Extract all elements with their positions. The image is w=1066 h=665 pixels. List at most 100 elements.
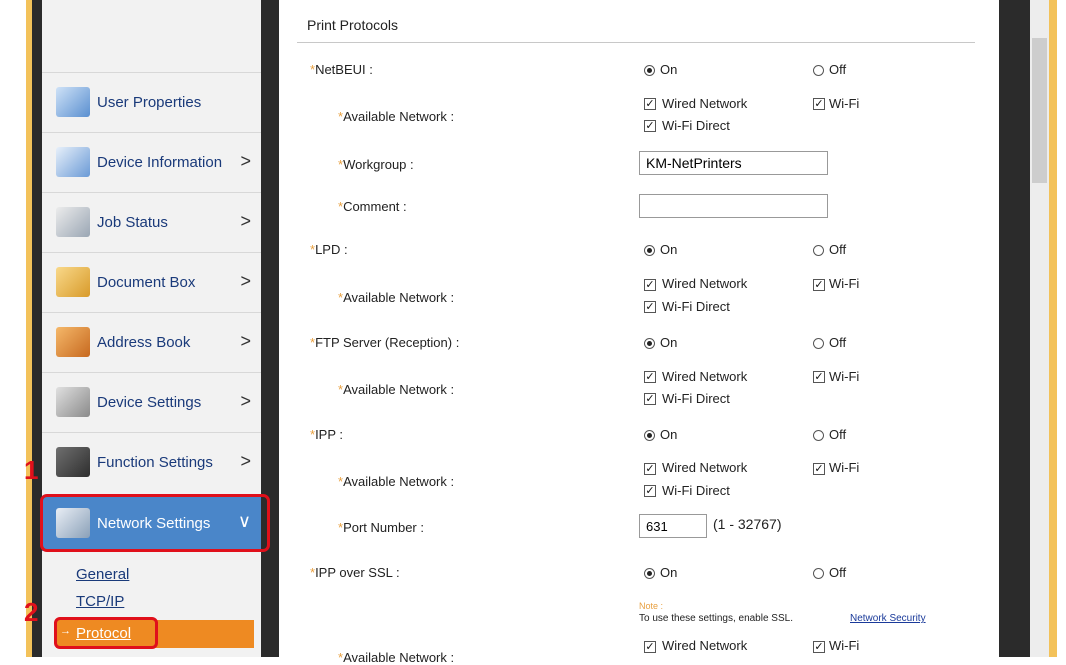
chevron-right-icon: > <box>240 451 251 471</box>
lpd-wifi-checkbox[interactable]: ✓ <box>813 279 825 291</box>
port-number-label: *Port Number : <box>338 520 424 535</box>
ipp-ssl-wifi-checkbox[interactable]: ✓ <box>813 641 825 653</box>
lpd-on-radio[interactable] <box>644 245 655 256</box>
user-properties-icon <box>56 87 90 117</box>
netbeui-wifi-direct-text: Wi-Fi Direct <box>662 118 730 133</box>
ftp-on-text: On <box>660 335 678 350</box>
netbeui-wifi-direct-checkbox[interactable]: ✓ <box>644 120 656 132</box>
ipp-ssl-wired-text: Wired Network <box>662 638 748 653</box>
sidebar-item-label: Job Status <box>97 214 168 231</box>
ftp-off-radio[interactable] <box>813 338 824 349</box>
port-range-hint: (1 - 32767) <box>713 516 782 532</box>
ftp-on-radio[interactable] <box>644 338 655 349</box>
ftp-label: *FTP Server (Reception) : <box>310 335 460 350</box>
ipp-label: *IPP : <box>310 427 344 442</box>
ipp-wired-checkbox[interactable]: ✓ <box>644 463 656 475</box>
document-box-icon <box>56 267 90 297</box>
note-text: To use these settings, enable SSL. <box>639 613 793 624</box>
netbeui-wired-text: Wired Network <box>662 96 748 111</box>
sidebar-item-label: Device Information <box>97 154 223 171</box>
ipp-on-radio[interactable] <box>644 430 655 441</box>
lpd-label: *LPD : <box>310 242 348 257</box>
sidebar-item-device-information[interactable]: Device Information > <box>42 132 261 192</box>
workgroup-label: *Workgroup : <box>338 157 414 172</box>
ftp-wired-text: Wired Network <box>662 369 748 384</box>
lpd-wired-checkbox[interactable]: ✓ <box>644 279 656 291</box>
comment-label: *Comment : <box>338 199 407 214</box>
ipp-ssl-off-radio[interactable] <box>813 568 824 579</box>
chevron-right-icon: > <box>240 391 251 411</box>
ftp-off-text: Off <box>829 335 847 350</box>
chevron-right-icon: > <box>240 211 251 231</box>
lpd-off-text: Off <box>829 242 847 257</box>
netbeui-label: *NetBEUI : <box>310 62 373 77</box>
sidebar-item-user-properties[interactable]: User Properties <box>42 72 261 132</box>
callout-highlight-1 <box>40 494 270 552</box>
chevron-right-icon: > <box>240 271 251 291</box>
ipp-ssl-wifi-text: Wi-Fi <box>829 638 860 653</box>
netbeui-on-text: On <box>660 62 678 77</box>
sub-link-tcpip[interactable]: TCP/IP <box>76 593 124 610</box>
ftp-wifi-direct-text: Wi-Fi Direct <box>662 391 730 406</box>
netbeui-off-radio[interactable] <box>813 65 824 76</box>
left-margin <box>0 0 26 657</box>
ftp-wired-checkbox[interactable]: ✓ <box>644 371 656 383</box>
chevron-right-icon: > <box>240 151 251 171</box>
ipp-ssl-available-network-label: *Available Network : <box>338 650 455 665</box>
netbeui-wifi-checkbox[interactable]: ✓ <box>813 98 825 110</box>
section-title: Print Protocols <box>307 17 399 33</box>
lpd-wifi-text: Wi-Fi <box>829 276 860 291</box>
device-settings-icon <box>56 387 90 417</box>
ftp-wifi-direct-checkbox[interactable]: ✓ <box>644 393 656 405</box>
callout-highlight-2 <box>54 617 158 649</box>
right-accent-bar <box>1049 0 1057 657</box>
comment-input[interactable] <box>639 194 828 218</box>
ipp-wifi-checkbox[interactable]: ✓ <box>813 463 825 475</box>
ipp-on-text: On <box>660 427 678 442</box>
sidebar-item-function-settings[interactable]: Function Settings > <box>42 432 261 492</box>
ftp-available-network-label: *Available Network : <box>338 382 455 397</box>
ipp-available-network-label: *Available Network : <box>338 474 455 489</box>
sidebar-item-device-settings[interactable]: Device Settings > <box>42 372 261 432</box>
port-number-input[interactable] <box>639 514 707 538</box>
lpd-available-network-label: *Available Network : <box>338 290 455 305</box>
ipp-off-radio[interactable] <box>813 430 824 441</box>
ipp-wifi-direct-checkbox[interactable]: ✓ <box>644 485 656 497</box>
lpd-off-radio[interactable] <box>813 245 824 256</box>
sidebar-item-label: Function Settings <box>97 454 213 471</box>
ipp-off-text: Off <box>829 427 847 442</box>
right-dark-bar <box>999 0 1030 657</box>
left-dark-bar <box>32 0 42 657</box>
ipp-ssl-wired-checkbox[interactable]: ✓ <box>644 641 656 653</box>
chevron-right-icon: > <box>240 331 251 351</box>
lpd-wifi-direct-text: Wi-Fi Direct <box>662 299 730 314</box>
lpd-wired-text: Wired Network <box>662 276 748 291</box>
section-divider <box>297 42 975 43</box>
callout-number-2: 2 <box>24 597 39 627</box>
sidebar-item-address-book[interactable]: Address Book > <box>42 312 261 372</box>
ftp-wifi-text: Wi-Fi <box>829 369 860 384</box>
sidebar-item-label: Device Settings <box>97 394 202 411</box>
sidebar-item-label: Document Box <box>97 274 196 291</box>
netbeui-wired-checkbox[interactable]: ✓ <box>644 98 656 110</box>
ipp-wifi-direct-text: Wi-Fi Direct <box>662 483 730 498</box>
sidebar-divider <box>261 0 279 657</box>
function-settings-icon <box>56 447 90 477</box>
note-title: Note : <box>639 601 664 611</box>
scrollbar-thumb[interactable] <box>1032 38 1047 183</box>
ipp-ssl-on-text: On <box>660 565 678 580</box>
sidebar-item-job-status[interactable]: Job Status > <box>42 192 261 252</box>
ipp-wired-text: Wired Network <box>662 460 748 475</box>
sub-link-general[interactable]: General <box>76 566 129 583</box>
ftp-wifi-checkbox[interactable]: ✓ <box>813 371 825 383</box>
workgroup-input[interactable] <box>639 151 828 175</box>
ipp-ssl-on-radio[interactable] <box>644 568 655 579</box>
network-security-link[interactable]: Network Security <box>850 613 926 624</box>
sidebar-item-label: User Properties <box>97 94 202 111</box>
netbeui-on-radio[interactable] <box>644 65 655 76</box>
sidebar-item-document-box[interactable]: Document Box > <box>42 252 261 312</box>
content-panel <box>279 0 999 657</box>
device-information-icon <box>56 147 90 177</box>
netbeui-available-network-label: *Available Network : <box>338 109 455 124</box>
lpd-wifi-direct-checkbox[interactable]: ✓ <box>644 301 656 313</box>
